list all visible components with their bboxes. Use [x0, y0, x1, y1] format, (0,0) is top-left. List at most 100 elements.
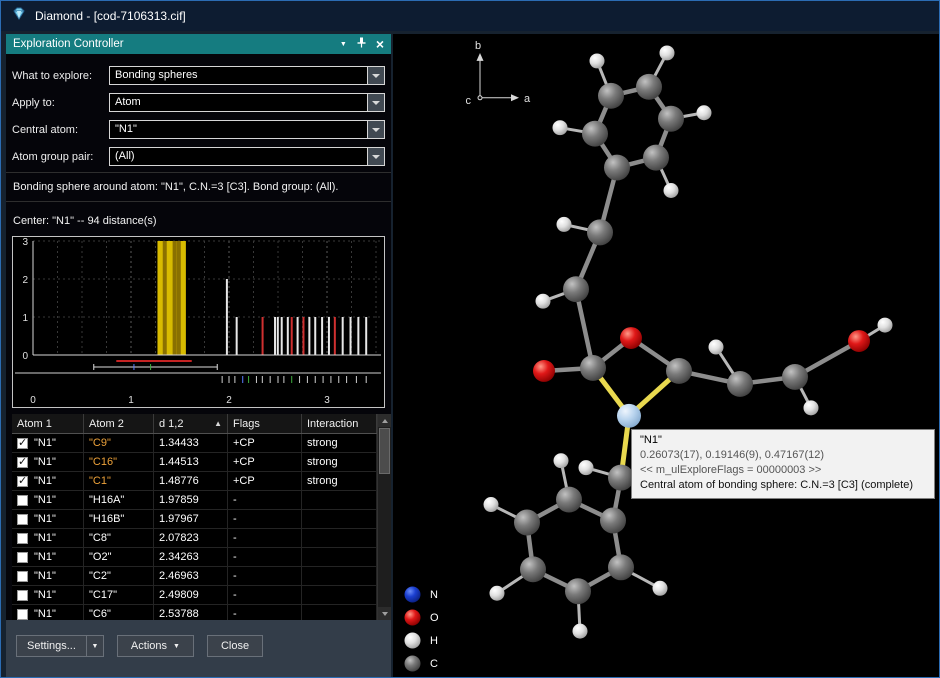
- row-checkbox[interactable]: [17, 609, 28, 620]
- actions-button[interactable]: Actions ▼: [117, 635, 194, 657]
- chevron-down-icon[interactable]: [367, 67, 384, 84]
- settings-button[interactable]: Settings...: [16, 635, 86, 657]
- cell-flags: -: [228, 605, 302, 620]
- structure-viewport[interactable]: b a c "N1" 0.26073(17), 0.19146(9), 0.47…: [393, 34, 939, 677]
- cell-interaction: strong: [302, 434, 377, 452]
- tooltip-explore-flags: << m_ulExploreFlags = 00000003 >>: [640, 463, 926, 478]
- atom-group-pair-value: (All): [110, 148, 367, 165]
- cell-atom1: "N1": [12, 529, 84, 547]
- column-header-3[interactable]: d 1,2▲: [154, 414, 228, 433]
- window: Diamond - [cod-7106313.cif] Exploration …: [0, 0, 940, 678]
- legend-sphere-C: [404, 655, 421, 672]
- row-checkbox[interactable]: [17, 571, 28, 582]
- cell-distance: 2.49809: [154, 586, 228, 604]
- panel-menu-caret-icon[interactable]: ▼: [340, 41, 347, 48]
- cell-interaction: [302, 491, 377, 509]
- cell-flags: +CP: [228, 453, 302, 471]
- legend-item-N: N: [404, 586, 439, 603]
- table-row[interactable]: "N1""C8"2.07823-: [12, 529, 377, 548]
- diamond-app-icon: [11, 6, 27, 27]
- cell-atom1: "N1": [12, 472, 84, 490]
- row-checkbox[interactable]: [17, 590, 28, 601]
- table-body: "N1""C9"1.34433+CPstrong"N1""C16"1.44513…: [12, 434, 377, 620]
- row-checkbox[interactable]: [17, 457, 28, 468]
- settings-dropdown-button[interactable]: ▼: [86, 635, 104, 657]
- form-row-atom-group-pair: Atom group pair:(All): [12, 143, 385, 170]
- cell-distance: 1.34433: [154, 434, 228, 452]
- table-row[interactable]: "N1""O2"2.34263-: [12, 548, 377, 567]
- chevron-down-icon[interactable]: [367, 121, 384, 138]
- column-header-2[interactable]: Atom 2: [84, 414, 154, 433]
- table-header: Atom 1Atom 2d 1,2▲FlagsInteraction: [12, 414, 377, 434]
- bonding-sphere-info: Bonding sphere around atom: "N1", C.N.=3…: [6, 172, 391, 202]
- close-button[interactable]: Close: [207, 635, 263, 657]
- distance-histogram[interactable]: 01230123: [12, 236, 385, 408]
- svg-text:1: 1: [22, 313, 28, 324]
- scroll-down-button[interactable]: [378, 607, 391, 620]
- element-legend: NOHC: [404, 586, 439, 672]
- row-checkbox[interactable]: [17, 533, 28, 544]
- column-header-5[interactable]: Interaction: [302, 414, 377, 433]
- chevron-down-icon[interactable]: [367, 94, 384, 111]
- cell-distance: 2.53788: [154, 605, 228, 620]
- row-checkbox[interactable]: [17, 552, 28, 563]
- svg-text:2: 2: [22, 275, 28, 286]
- row-checkbox[interactable]: [17, 495, 28, 506]
- cell-atom2: "C1": [84, 472, 154, 490]
- distance-table: Atom 1Atom 2d 1,2▲FlagsInteraction "N1""…: [12, 414, 391, 620]
- row-checkbox[interactable]: [17, 438, 28, 449]
- cell-distance: 2.34263: [154, 548, 228, 566]
- table-row[interactable]: "N1""C16"1.44513+CPstrong: [12, 453, 377, 472]
- settings-split-button: Settings... ▼: [16, 635, 104, 657]
- cell-atom2: "C16": [84, 453, 154, 471]
- table-row[interactable]: "N1""C9"1.34433+CPstrong: [12, 434, 377, 453]
- distance-histogram-svg: 01230123: [13, 237, 383, 407]
- atom-group-pair-dropdown[interactable]: (All): [109, 147, 385, 166]
- what-to-explore-dropdown[interactable]: Bonding spheres: [109, 66, 385, 85]
- apply-to-value: Atom: [110, 94, 367, 111]
- close-icon[interactable]: ×: [376, 37, 384, 51]
- row-checkbox[interactable]: [17, 514, 28, 525]
- cell-interaction: [302, 529, 377, 547]
- cell-interaction: [302, 548, 377, 566]
- table-row[interactable]: "N1""H16A"1.97859-: [12, 491, 377, 510]
- orientation-axes: b a c: [466, 40, 532, 107]
- cell-interaction: [302, 605, 377, 620]
- axis-b-label: b: [475, 40, 481, 52]
- scrollbar-thumb[interactable]: [379, 428, 390, 474]
- cell-flags: +CP: [228, 434, 302, 452]
- cell-atom2: "C17": [84, 586, 154, 604]
- field-label-central-atom: Central atom:: [12, 124, 109, 136]
- legend-label: H: [430, 635, 438, 647]
- scroll-up-button[interactable]: [378, 414, 391, 427]
- sort-asc-icon: ▲: [204, 419, 222, 428]
- panel-button-bar: Settings... ▼ Actions ▼ Close: [6, 620, 391, 677]
- cell-atom2: "O2": [84, 548, 154, 566]
- svg-text:1: 1: [128, 395, 134, 406]
- table-row[interactable]: "N1""C17"2.49809-: [12, 586, 377, 605]
- cell-atom1: "N1": [12, 491, 84, 509]
- row-checkbox[interactable]: [17, 476, 28, 487]
- cell-atom2: "C6": [84, 605, 154, 620]
- central-atom-value: "N1": [110, 121, 367, 138]
- cell-atom2: "C8": [84, 529, 154, 547]
- table-row[interactable]: "N1""C1"1.48776+CPstrong: [12, 472, 377, 491]
- table-row[interactable]: "N1""C2"2.46963-: [12, 567, 377, 586]
- tooltip-atom-name: "N1": [640, 433, 926, 448]
- field-label-what-to-explore: What to explore:: [12, 70, 109, 82]
- table-row[interactable]: "N1""C6"2.53788-: [12, 605, 377, 620]
- column-header-1[interactable]: Atom 1: [12, 414, 84, 433]
- table-row[interactable]: "N1""H16B"1.97967-: [12, 510, 377, 529]
- apply-to-dropdown[interactable]: Atom: [109, 93, 385, 112]
- title-bar[interactable]: Diamond - [cod-7106313.cif]: [1, 1, 939, 31]
- column-header-4[interactable]: Flags: [228, 414, 302, 433]
- svg-text:0: 0: [30, 395, 36, 406]
- pin-icon[interactable]: [357, 37, 366, 51]
- cell-interaction: [302, 586, 377, 604]
- chevron-down-icon[interactable]: [367, 148, 384, 165]
- cell-interaction: [302, 567, 377, 585]
- panel-header[interactable]: Exploration Controller ▼ ×: [6, 34, 391, 54]
- cell-atom1: "N1": [12, 510, 84, 528]
- vertical-scrollbar[interactable]: [377, 414, 391, 620]
- central-atom-dropdown[interactable]: "N1": [109, 120, 385, 139]
